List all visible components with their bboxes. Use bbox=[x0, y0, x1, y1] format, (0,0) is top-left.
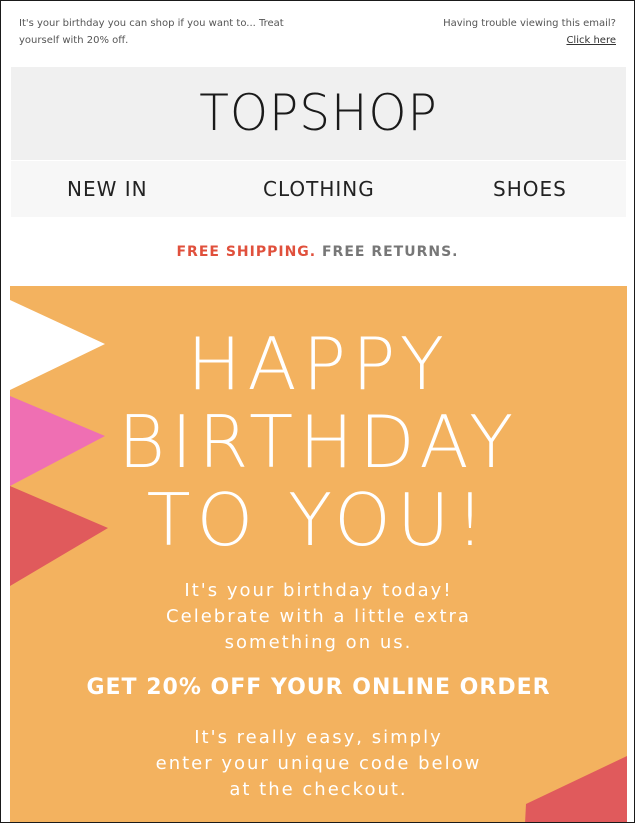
free-shipping-text: FREE SHIPPING. bbox=[176, 244, 317, 260]
nav-item-shoes[interactable]: SHOES bbox=[493, 177, 567, 201]
view-online-text: Having trouble viewing this email? bbox=[443, 18, 616, 29]
instructions-line1: It's really easy, simply bbox=[194, 727, 443, 748]
logo-bar: TOPSHOP bbox=[11, 67, 626, 160]
hero-title-line1: HAPPY bbox=[187, 322, 450, 406]
instructions-line3: at the checkout. bbox=[229, 779, 408, 800]
preheader-teaser-line2: yourself with 20% off. bbox=[19, 35, 129, 46]
hero-message-line1: It's your birthday today! bbox=[184, 580, 453, 601]
shipping-banner: FREE SHIPPING. FREE RETURNS. bbox=[1, 242, 634, 262]
view-online-notice: Having trouble viewing this email? Click… bbox=[443, 15, 616, 49]
hero-message-line3: something on us. bbox=[224, 632, 413, 653]
hero-title-line3: TO YOU! bbox=[146, 478, 491, 562]
nav-item-new-in[interactable]: NEW IN bbox=[67, 177, 148, 201]
birthday-hero[interactable]: HAPPY BIRTHDAY TO YOU! It's your birthda… bbox=[10, 286, 627, 822]
preheader-teaser-line1: It's your birthday you can shop if you w… bbox=[19, 18, 284, 29]
hero-title-line2: BIRTHDAY bbox=[117, 400, 520, 484]
topshop-logo[interactable]: TOPSHOP bbox=[20, 83, 617, 143]
discount-offer: GET 20% OFF YOUR ONLINE ORDER bbox=[86, 675, 551, 700]
main-nav: NEW IN CLOTHING SHOES bbox=[11, 161, 626, 217]
email-frame: It's your birthday you can shop if you w… bbox=[0, 0, 635, 823]
free-returns-text: FREE RETURNS. bbox=[321, 244, 459, 260]
click-here-link[interactable]: Click here bbox=[566, 35, 616, 46]
hero-message-line2: Celebrate with a little extra bbox=[166, 606, 471, 627]
nav-item-clothing[interactable]: CLOTHING bbox=[263, 177, 375, 201]
instructions-line2: enter your unique code below bbox=[155, 753, 482, 774]
preheader: It's your birthday you can shop if you w… bbox=[19, 15, 616, 49]
preheader-teaser: It's your birthday you can shop if you w… bbox=[19, 15, 309, 49]
